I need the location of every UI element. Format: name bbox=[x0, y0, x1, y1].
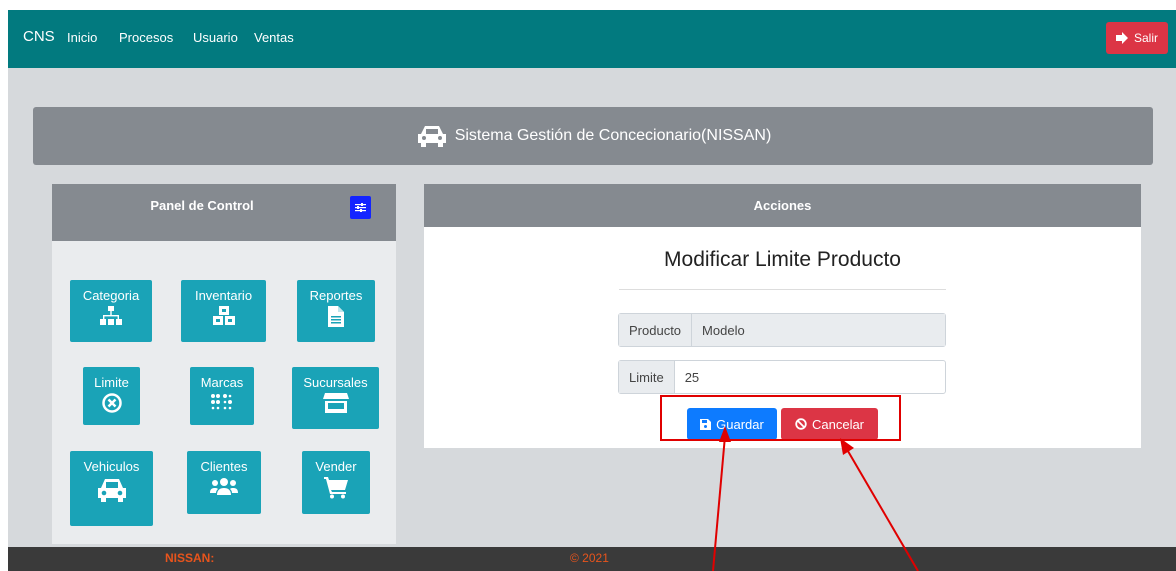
sliders-icon bbox=[355, 203, 366, 212]
tile-vehiculos[interactable]: Vehiculos bbox=[70, 451, 153, 526]
control-panel-title: Panel de Control bbox=[150, 198, 254, 213]
tile-label: Vehiculos bbox=[83, 459, 140, 474]
sign-out-icon bbox=[1115, 32, 1128, 44]
nav-link-inicio[interactable]: Inicio bbox=[67, 30, 97, 45]
navbar: CNS Inicio Procesos Usuario Ventas Salir bbox=[8, 10, 1176, 68]
divider bbox=[619, 289, 946, 290]
nav-link-procesos[interactable]: Procesos bbox=[119, 30, 173, 45]
form-title: Modificar Limite Producto bbox=[664, 248, 901, 271]
brand[interactable]: CNS bbox=[23, 28, 55, 45]
tile-label: Categoria bbox=[82, 288, 140, 303]
tile-reportes[interactable]: Reportes bbox=[297, 280, 375, 342]
tile-sucursales[interactable]: Sucursales bbox=[292, 367, 379, 429]
cart-icon bbox=[324, 477, 348, 499]
producto-label: Producto bbox=[619, 314, 693, 346]
limite-label: Limite bbox=[619, 361, 675, 393]
tile-label: Marcas bbox=[200, 375, 244, 390]
logout-label: Salir bbox=[1133, 31, 1158, 45]
nav-link-usuario[interactable]: Usuario bbox=[193, 30, 238, 45]
store-icon bbox=[322, 393, 349, 413]
annotation-highlight-box bbox=[660, 395, 901, 441]
times-circle-icon bbox=[101, 393, 122, 413]
app-stage: CNS Inicio Procesos Usuario Ventas Salir… bbox=[8, 10, 1176, 571]
file-icon bbox=[328, 306, 344, 327]
logout-button[interactable]: Salir bbox=[1106, 22, 1168, 54]
tile-label: Reportes bbox=[309, 288, 363, 303]
tile-vender[interactable]: Vender bbox=[302, 451, 370, 514]
users-icon bbox=[210, 478, 238, 495]
producto-field: Producto Modelo bbox=[618, 313, 946, 347]
sitemap-icon bbox=[100, 306, 122, 325]
producto-input: Modelo bbox=[692, 314, 945, 346]
system-banner: Sistema Gestión de Concecionario(NISSAN) bbox=[33, 107, 1153, 165]
control-panel-header: Panel de Control bbox=[52, 184, 396, 241]
limite-field: Limite 25 bbox=[618, 360, 946, 394]
tile-marcas[interactable]: Marcas bbox=[190, 367, 254, 425]
tile-inventario[interactable]: Inventario bbox=[181, 280, 266, 342]
tile-clientes[interactable]: Clientes bbox=[187, 451, 261, 514]
nav-link-ventas[interactable]: Ventas bbox=[254, 30, 294, 45]
system-title: Sistema Gestión de Concecionario(NISSAN) bbox=[454, 127, 772, 144]
tile-label: Clientes bbox=[200, 459, 248, 474]
tile-label: Sucursales bbox=[303, 375, 368, 390]
tile-label: Inventario bbox=[194, 288, 253, 303]
tile-label: Vender bbox=[315, 459, 357, 474]
actions-header: Acciones bbox=[424, 184, 1141, 227]
control-panel: Panel de Control Categoria Inventario Re… bbox=[52, 184, 396, 544]
tile-limite[interactable]: Limite bbox=[83, 367, 140, 425]
tile-categoria[interactable]: Categoria bbox=[70, 280, 152, 342]
panel-settings-button[interactable] bbox=[350, 196, 371, 219]
braille-icon bbox=[211, 394, 232, 410]
footer-brand: NISSAN: bbox=[165, 551, 215, 565]
cubes-icon bbox=[212, 306, 235, 325]
footer-copyright: © 2021 bbox=[570, 551, 609, 565]
footer: NISSAN: © 2021 bbox=[8, 547, 1176, 571]
car-icon bbox=[97, 479, 126, 502]
limite-input[interactable]: 25 bbox=[675, 361, 945, 393]
tile-label: Limite bbox=[94, 375, 129, 390]
car-icon bbox=[417, 126, 446, 147]
